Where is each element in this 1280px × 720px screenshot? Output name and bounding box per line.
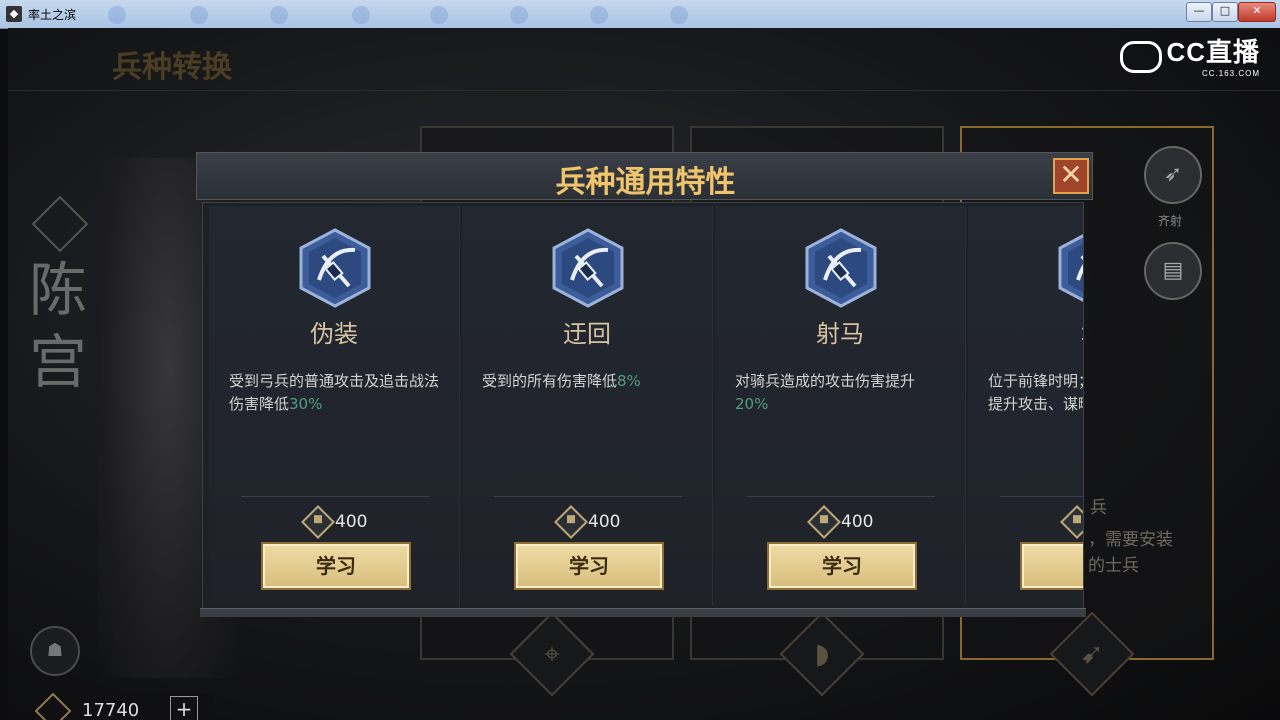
divider [747, 496, 935, 497]
trait-value: 20% [735, 395, 769, 413]
currency-value: 17740 [82, 700, 140, 720]
cost-value: 400 [335, 512, 368, 532]
bg-text: ，需要安装 [1088, 530, 1173, 550]
trait-description: 受到的所有伤害降低8% [482, 372, 641, 390]
currency-bar: 17740 + [34, 692, 214, 720]
trait-card: 迂回 受到的所有伤害降低8% 400 学习 [462, 206, 713, 606]
modal-body: 伪装 受到弓兵的普通攻击及追击战法伤害降低30% 400 学习 迂回 受到的所有… [202, 202, 1084, 614]
learn-button[interactable]: 学 [1020, 542, 1083, 590]
app-icon: ◆ [6, 6, 22, 22]
taskbar-ghost-icon [108, 6, 126, 24]
bow-trait-icon [299, 228, 371, 308]
trait-name: 迂回 [563, 320, 611, 348]
trait-name: 射马 [816, 320, 864, 348]
cc-watermark: CC直播 CC.163.COM [1120, 32, 1260, 78]
currency-icon [34, 692, 72, 720]
taskbar-ghost-icon [590, 6, 608, 24]
maximize-button[interactable]: □ [1212, 2, 1238, 22]
add-currency-button[interactable]: + [170, 696, 198, 720]
cost-icon [807, 505, 841, 539]
trait-value: 8% [617, 372, 641, 390]
cost-icon [1060, 505, 1083, 539]
bow-trait-icon [552, 228, 624, 308]
divider [494, 496, 682, 497]
bow-trait-icon [1058, 228, 1083, 308]
bow-trait-icon [805, 228, 877, 308]
modal-header: 兵种通用特性 ✕ [196, 152, 1093, 200]
bow-skill-icon[interactable]: ➶ [1144, 146, 1202, 204]
cost-icon [301, 505, 335, 539]
cost-value: 400 [841, 512, 874, 532]
divider [1000, 496, 1083, 497]
taskbar-ghost-icon [352, 6, 370, 24]
equipment-icon[interactable]: ▤ [1144, 242, 1202, 300]
divider [241, 496, 429, 497]
modal-close-button[interactable]: ✕ [1053, 158, 1089, 194]
trait-value: 30% [289, 395, 323, 413]
cloud-logo-icon [1120, 40, 1163, 73]
taskbar-ghost-icon [190, 6, 208, 24]
trait-card: 射马 对骑兵造成的攻击伤害提升20% 400 学习 [715, 206, 966, 606]
cost-value: 400 [588, 512, 621, 532]
hero-emblem-icon [31, 195, 89, 253]
window-titlebar: ◆ 率土之滨 — □ ✕ [0, 0, 1280, 29]
learn-button[interactable]: 学习 [514, 542, 664, 590]
skill-label: 齐射 [1158, 214, 1183, 228]
trait-name: 伪装 [310, 320, 358, 348]
troop-traits-modal: 兵种通用特性 ✕ 伪装 受到弓兵的普通攻击及追击战法伤害降低30% 400 学习… [196, 152, 1093, 618]
hero-name: 陈宫 [28, 256, 87, 396]
learn-button[interactable]: 学习 [261, 542, 411, 590]
cost-icon [554, 505, 588, 539]
trait-card: 地 位于前锋时明；位于中军时属性提升攻击、谋略、2215 400 学 [968, 206, 1083, 606]
helmet-icon[interactable]: ☗ [30, 626, 80, 676]
divider [8, 90, 1280, 91]
learn-button[interactable]: 学习 [767, 542, 917, 590]
trait-description: 对骑兵造成的攻击伤害提升20% [735, 372, 916, 413]
close-window-button[interactable]: ✕ [1238, 2, 1276, 22]
modal-title: 兵种通用特性 [555, 165, 736, 200]
taskbar-ghost-icon [670, 6, 688, 24]
taskbar-ghost-icon [510, 6, 528, 24]
taskbar-ghost-icon [270, 6, 288, 24]
modal-footer-bar [200, 608, 1086, 617]
trait-description: 受到弓兵的普通攻击及追击战法伤害降低30% [229, 372, 440, 413]
minimize-button[interactable]: — [1186, 2, 1212, 22]
bg-text: 的士兵 [1088, 556, 1139, 576]
taskbar-ghost-icon [430, 6, 448, 24]
trait-description: 位于前锋时明；位于中军时属性提升攻击、谋略、2215 [988, 372, 1083, 413]
page-title: 兵种转换 [112, 50, 232, 85]
trait-card: 伪装 受到弓兵的普通攻击及追击战法伤害降低30% 400 学习 [209, 206, 460, 606]
window-title: 率土之滨 [28, 8, 77, 22]
trait-name: 地 [968, 314, 1083, 349]
